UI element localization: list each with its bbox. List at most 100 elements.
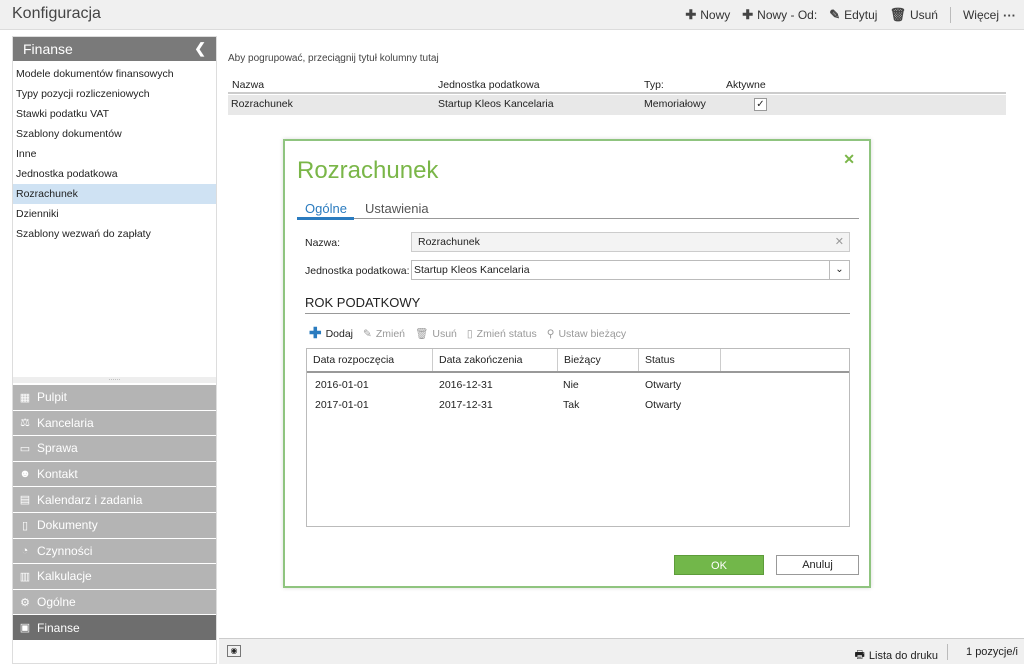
camera-icon[interactable]: ◉: [227, 645, 241, 657]
module-label: Dokumenty: [37, 518, 98, 533]
main-toolbar: ✚ Nowy ✚ Nowy - Od: ✎ Edytuj 🗑 Usuń Więc…: [685, 7, 1016, 23]
status-divider: [947, 644, 948, 660]
cancel-button[interactable]: Anuluj: [776, 555, 859, 575]
change-status-button[interactable]: ▯ Zmień status: [467, 328, 537, 340]
sidebar-item[interactable]: Typy pozycji rozliczeniowych: [13, 84, 216, 104]
tax-year-grid-header: Data rozpoczęcia Data zakończenia Bieżąc…: [307, 349, 849, 373]
sidebar-item[interactable]: Rozrachunek: [13, 184, 216, 204]
unit-select[interactable]: Startup Kleos Kancelaria ⌄: [411, 260, 850, 280]
settings-icon: ⚙: [20, 596, 30, 609]
module-label: Kalkulacje: [37, 569, 92, 584]
module-contacts[interactable]: ☻ Kontakt: [13, 461, 216, 488]
column-header-start[interactable]: Data rozpoczęcia: [307, 349, 433, 371]
plus-icon: ✚: [309, 324, 322, 342]
active-checkbox[interactable]: ✓: [754, 98, 767, 111]
sidebar-header: Finanse ❮: [13, 37, 216, 61]
dialog-tabs: Ogólne Ustawienia: [297, 199, 859, 220]
document-icon: ▯: [21, 519, 29, 532]
column-header-end[interactable]: Data zakończenia: [433, 349, 558, 371]
module-document[interactable]: ▯ Dokumenty: [13, 512, 216, 539]
add-button[interactable]: ✚ Dodaj: [309, 324, 354, 342]
cell-status: Otwarty: [645, 379, 682, 391]
cell-end: 2017-12-31: [439, 399, 493, 411]
module-label: Kalendarz i zadania: [37, 492, 143, 507]
module-settings[interactable]: ⚙ Ogólne: [13, 589, 216, 616]
tab-settings[interactable]: Ustawienia: [365, 201, 429, 216]
chevron-down-icon[interactable]: ⌄: [829, 261, 849, 279]
resize-grip[interactable]: ......: [13, 375, 216, 383]
name-field-value: Rozrachunek: [418, 236, 480, 248]
print-list-label: Lista do druku: [868, 649, 938, 662]
cell-current: Nie: [563, 379, 579, 391]
close-icon[interactable]: ✕: [843, 151, 855, 168]
cell-unit: Startup Kleos Kancelaria: [438, 98, 554, 110]
module-calculator[interactable]: ▥ Kalkulacje: [13, 564, 216, 590]
name-field-label: Nazwa:: [305, 237, 341, 249]
tax-year-grid: Data rozpoczęcia Data zakończenia Bieżąc…: [306, 348, 850, 527]
sidebar-item[interactable]: Szablony dokumentów: [13, 124, 216, 144]
sidebar-item[interactable]: Modele dokumentów finansowych: [13, 64, 216, 84]
module-folder[interactable]: ▭ Sprawa: [13, 436, 216, 462]
name-field[interactable]: Rozrachunek ✕: [411, 232, 850, 252]
plus-icon: ✚: [742, 7, 754, 22]
edit-button[interactable]: ✎ Zmień: [363, 328, 405, 340]
delete-button[interactable]: 🗑 Usuń: [415, 327, 457, 341]
tab-general[interactable]: Ogólne: [305, 201, 347, 216]
new-from-label: Nowy - Od:: [757, 8, 818, 22]
module-activity[interactable]: ◔ Czynności: [13, 538, 216, 565]
cell-status: Otwarty: [645, 399, 682, 411]
more-button[interactable]: Więcej ···: [963, 8, 1016, 23]
module-nav: ▦ Pulpit ⚖ Kancelaria ▭ Sprawa ☻ Kontakt ▤ Kalend…: [13, 385, 216, 641]
contacts-icon: ☻: [19, 468, 31, 481]
column-header-current[interactable]: Bieżący: [558, 349, 639, 371]
add-label: Dodaj: [325, 327, 354, 340]
active-tab-indicator: [297, 217, 354, 220]
set-current-label: Ustaw bieżący: [558, 327, 627, 340]
calculator-icon: ▥: [19, 570, 31, 583]
column-header-type[interactable]: Typ:: [644, 79, 664, 91]
group-by-hint[interactable]: Aby pogrupować, przeciągnij tytuł kolumn…: [228, 53, 439, 64]
edit-button[interactable]: ✎ Edytuj: [829, 7, 877, 23]
table-row[interactable]: Rozrachunek Startup Kleos Kancelaria Mem…: [228, 95, 1006, 115]
sidebar-item[interactable]: Jednostka podatkowa: [13, 164, 216, 184]
sidebar-item[interactable]: Inne: [13, 144, 216, 164]
collapse-chevron-icon[interactable]: ❮: [194, 40, 206, 57]
delete-button[interactable]: 🗑 Usuń: [889, 7, 938, 23]
column-header-empty: [721, 349, 848, 371]
dashboard-icon: ▦: [19, 391, 31, 404]
more-label: Więcej: [962, 8, 999, 22]
edit-label: Edytuj: [844, 8, 878, 22]
set-current-button[interactable]: ⚲ Ustaw bieżący: [547, 328, 626, 340]
status-icon: ▯: [466, 327, 473, 340]
table-row[interactable]: 2017-01-01 2017-12-31 Tak Otwarty: [307, 396, 849, 416]
module-finance[interactable]: ▣ Finanse: [13, 615, 216, 641]
folder-icon: ▭: [19, 442, 31, 455]
ok-button[interactable]: OK: [674, 555, 764, 575]
change-status-label: Zmień status: [476, 327, 537, 340]
column-header-active[interactable]: Aktywne: [726, 79, 766, 91]
new-button[interactable]: ✚ Nowy: [685, 7, 730, 23]
item-count: 1 pozycje/i: [966, 646, 1018, 658]
cell-start: 2017-01-01: [315, 399, 369, 411]
sidebar-item[interactable]: Stawki podatku VAT: [13, 104, 216, 124]
column-header-status[interactable]: Status: [639, 349, 721, 371]
print-list-button[interactable]: 🖶 Lista do druku: [855, 646, 939, 665]
new-from-button[interactable]: ✚ Nowy - Od:: [742, 7, 817, 23]
delete-label: Usuń: [432, 327, 457, 340]
clear-icon[interactable]: ✕: [835, 235, 844, 248]
module-office[interactable]: ⚖ Kancelaria: [13, 410, 216, 437]
table-row[interactable]: 2016-01-01 2016-12-31 Nie Otwarty: [307, 376, 849, 396]
column-header-name[interactable]: Nazwa: [232, 79, 264, 91]
cell-end: 2016-12-31: [439, 379, 493, 391]
sidebar-item[interactable]: Szablony wezwań do zapłaty: [13, 224, 216, 244]
module-dashboard[interactable]: ▦ Pulpit: [13, 385, 216, 411]
calendar-icon: ▤: [19, 494, 31, 507]
cell-type: Memoriałowy: [644, 98, 706, 110]
module-calendar[interactable]: ▤ Kalendarz i zadania: [13, 487, 216, 513]
sidebar: Finanse ❮ Modele dokumentów finansowych T…: [12, 36, 217, 664]
sidebar-list: Modele dokumentów finansowych Typy pozycj…: [13, 61, 216, 244]
column-header-unit[interactable]: Jednostka podatkowa: [438, 79, 540, 91]
sidebar-item[interactable]: Dzienniki: [13, 204, 216, 224]
more-dots-icon: ···: [1003, 7, 1016, 23]
sidebar-header-title: Finanse: [23, 41, 73, 57]
